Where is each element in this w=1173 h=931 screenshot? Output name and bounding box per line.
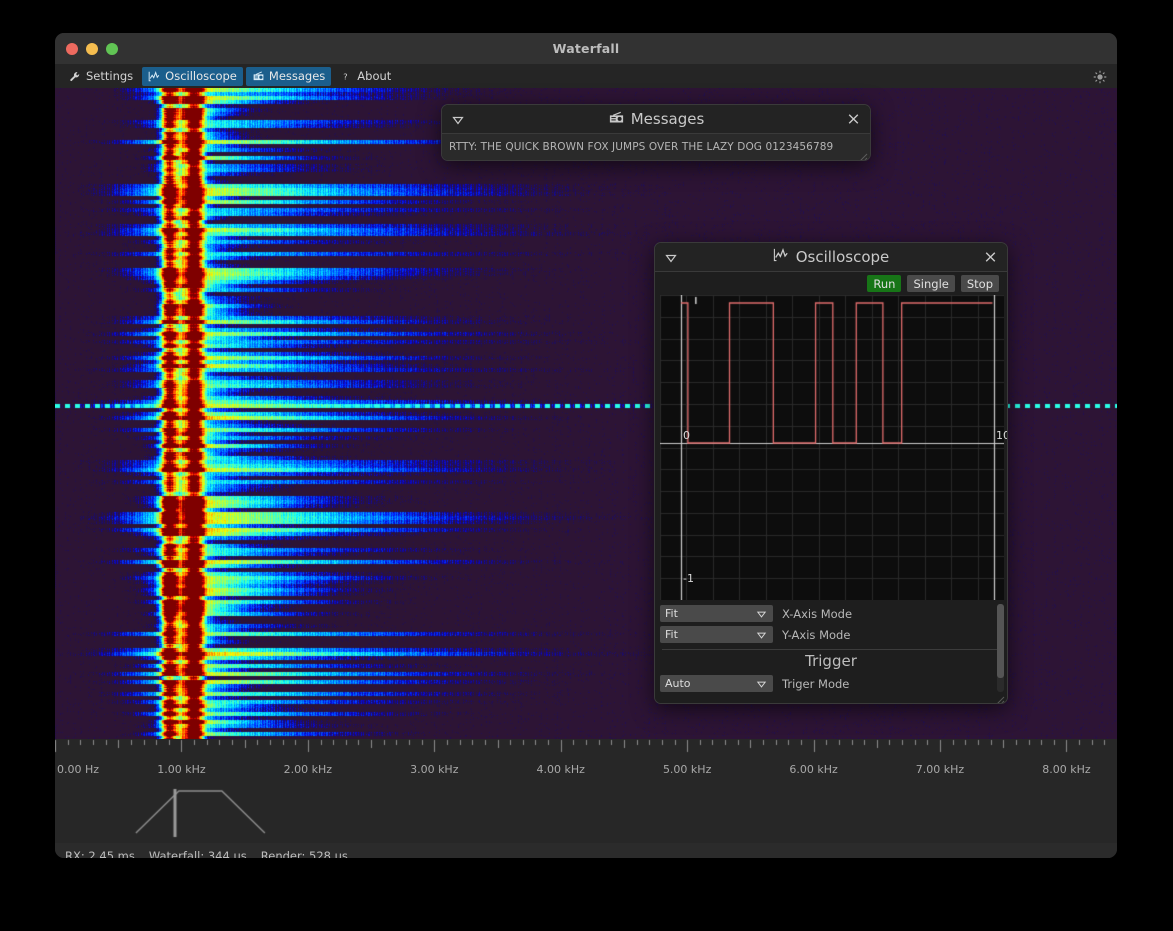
sun-icon[interactable] [1093,69,1107,84]
messages-panel[interactable]: Messages RTTY: THE QUICK BROWN FOX JUMPS… [441,104,871,161]
frequency-tick-label: 3.00 kHz [410,763,459,776]
resize-grip[interactable] [994,690,1005,703]
x-axis-mode-label: X-Axis Mode [782,606,853,621]
y-axis-mode-value: Fit [665,628,678,641]
resize-grip[interactable] [857,147,868,160]
frequency-tick-label: 2.00 kHz [283,763,333,776]
close-window-button[interactable] [66,42,78,55]
radio-icon [608,110,625,128]
radio-icon [252,71,265,82]
oscilloscope-panel[interactable]: Oscilloscope Run Single Stop 0 10 -1 Fit [654,242,1008,704]
run-button[interactable]: Run [867,275,902,292]
status-rx: RX: 2.45 ms [65,848,135,859]
scope-toolbar: Run Single Stop [655,272,1007,295]
frequency-tick-label: 6.00 kHz [789,763,838,776]
titlebar: Waterfall [55,33,1117,64]
tab-settings-label: Settings [86,69,134,83]
x-axis-mode-value: Fit [665,607,678,620]
chevron-down-icon [756,678,767,689]
frequency-tick-label: 5.00 kHz [662,763,712,776]
oscilloscope-panel-title-group: Oscilloscope [773,247,890,266]
trigger-section-title: Trigger [805,652,857,670]
divider [662,649,1000,650]
minimize-window-button[interactable] [86,42,98,55]
messages-panel-title: Messages [630,110,705,128]
scope-controls: Fit X-Axis Mode Fit Y-Axis Mode Trigger [655,600,1007,703]
question-icon: ? [340,71,353,82]
triangle-down-icon[interactable] [664,250,678,264]
close-icon[interactable] [846,112,861,127]
frequency-tick-label: 1.00 kHz [157,763,206,776]
y-axis-mode-row: Fit Y-Axis Mode [660,626,1002,643]
tab-messages[interactable]: Messages [245,66,332,86]
message-text: RTTY: THE QUICK BROWN FOX JUMPS OVER THE… [442,134,870,160]
frequency-tick-label: 0.00 Hz [57,763,100,776]
x-axis-mode-select[interactable]: Fit [660,605,773,622]
chevron-down-icon [756,629,767,640]
app-window: Waterfall Settings Oscilloscope Messages… [55,33,1117,858]
trigger-mode-value: Auto [665,677,691,690]
y-axis-mode-select[interactable]: Fit [660,626,773,643]
frequency-tick-label: 4.00 kHz [536,763,585,776]
messages-panel-title-group: Messages [608,110,705,128]
trigger-mode-label: Triger Mode [782,676,850,691]
frequency-axis: 0.00 Hz 1.00 kHz 2.00 kHz 3.00 kHz 4.00 kHz 5… [55,739,1117,785]
oscilloscope-panel-title: Oscilloscope [795,248,890,266]
svg-text:?: ? [344,71,348,81]
scrollbar-thumb[interactable] [997,604,1004,678]
trigger-mode-row: Auto Triger Mode [660,675,1002,692]
tab-about-label: About [357,69,392,83]
trigger-mode-select[interactable]: Auto [660,675,773,692]
scope-plot[interactable]: 0 10 -1 [660,295,1007,600]
tab-oscilloscope[interactable]: Oscilloscope [142,66,243,86]
oscilloscope-panel-header[interactable]: Oscilloscope [655,243,1007,272]
scope-canvas[interactable] [660,295,1004,600]
stop-button[interactable]: Stop [960,275,999,292]
y-axis-mode-label: Y-Axis Mode [782,627,851,642]
close-icon[interactable] [983,250,998,265]
status-bar: RX: 2.45 ms Waterfall: 344 us Render: 52… [55,843,1117,858]
scrollbar[interactable] [997,604,1004,692]
single-button[interactable]: Single [907,275,955,292]
tab-messages-label: Messages [268,69,326,83]
frequency-ticks [55,739,1117,785]
maximize-window-button[interactable] [106,42,118,55]
frequency-tick-label: 8.00 kHz [1042,763,1091,776]
messages-panel-header[interactable]: Messages [442,105,870,134]
tab-about[interactable]: ? About [334,67,397,86]
spectrum-display[interactable] [55,785,1117,843]
spectrum-canvas[interactable] [55,785,1117,843]
wrench-icon [69,71,82,82]
x-axis-mode-row: Fit X-Axis Mode [660,605,1002,622]
traffic-lights [66,33,118,64]
line-chart-icon [773,247,790,266]
tab-settings[interactable]: Settings [63,67,139,86]
status-waterfall: Waterfall: 344 us [148,848,247,859]
frequency-tick-label: 7.00 kHz [915,763,965,776]
window-title: Waterfall [552,41,620,56]
status-render: Render: 528 us [260,848,348,859]
tab-oscilloscope-label: Oscilloscope [165,69,237,83]
line-chart-icon [148,70,161,82]
toolbar: Settings Oscilloscope Messages ? About [55,64,1117,88]
triangle-down-icon[interactable] [451,112,465,126]
chevron-down-icon [756,608,767,619]
